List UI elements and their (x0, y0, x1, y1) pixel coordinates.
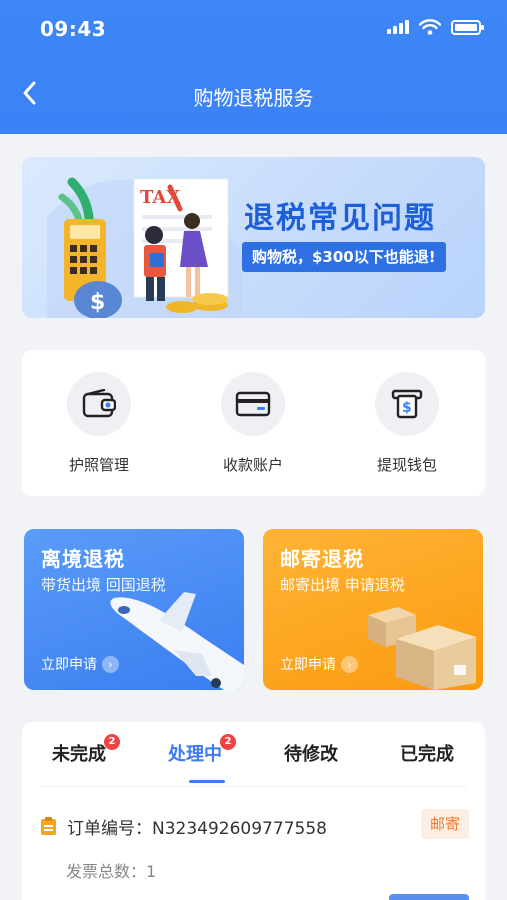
promo-action-label: 立即申请 (280, 657, 336, 673)
order-tabs: 未完成 2 处理中 2 待修改 已完成 (22, 722, 485, 786)
svg-text:$: $ (90, 290, 105, 315)
svg-text:$: $ (402, 400, 412, 416)
order-number-row: 订单编号：N323492609777558 (40, 814, 327, 839)
status-icons (387, 19, 484, 35)
status-time: 09:43 (40, 17, 107, 41)
order-document-icon (41, 817, 56, 835)
banner-tag: 购物税，$300以下也能退! (242, 242, 446, 272)
tab-label: 未完成 (52, 744, 106, 765)
active-tab-indicator (189, 780, 225, 783)
battery-icon (451, 19, 484, 35)
quick-icon-circle (67, 372, 131, 436)
quick-actions-card: 护照管理 收款账户 $ 提现钱包 (22, 350, 485, 496)
promo-action-label: 立即申请 (41, 657, 97, 673)
quick-label: 提现钱包 (376, 456, 437, 474)
signal-icon (387, 20, 409, 34)
tab-label: 已完成 (400, 744, 454, 765)
tab-badge: 2 (220, 734, 236, 750)
divider (40, 786, 467, 787)
tab-label: 处理中 (168, 744, 222, 765)
quick-item-wallet[interactable]: $ 提现钱包 (342, 372, 472, 475)
promo-departure-refund[interactable]: 离境退税 带货出境 回国退税 立即申请 › (24, 529, 244, 690)
credit-card-icon (235, 391, 271, 417)
promo-title: 离境退税 (41, 547, 125, 571)
tab-processing[interactable]: 处理中 2 (168, 734, 236, 766)
app-header: 09:43 购物退税服务 (0, 0, 507, 134)
quick-icon-circle (221, 372, 285, 436)
quick-item-account[interactable]: 收款账户 (188, 372, 318, 475)
promo-subtitle: 邮寄出境 申请退税 (280, 576, 405, 594)
banner-title: 退税常见问题 (244, 201, 436, 236)
airplane-icon (110, 592, 244, 690)
wallet-icon (82, 389, 116, 418)
quick-label: 护照管理 (68, 456, 129, 474)
quick-item-passport[interactable]: 护照管理 (34, 372, 164, 475)
tab-incomplete[interactable]: 未完成 2 (52, 734, 120, 766)
tax-illustration: $ TAX (47, 177, 242, 318)
promo-apply-link[interactable]: 立即申请 › (280, 654, 358, 674)
invoice-count: 发票总数：1 (66, 862, 157, 881)
chevron-right-icon: › (102, 655, 119, 673)
tab-to-modify[interactable]: 待修改 (284, 740, 338, 766)
atm-cash-icon: $ (391, 389, 423, 419)
chevron-right-icon: › (341, 655, 358, 673)
status-bar: 09:43 (0, 0, 507, 58)
promo-title: 邮寄退税 (280, 547, 364, 571)
orders-panel: 未完成 2 处理中 2 待修改 已完成 订单编号：N32349260977755… (22, 722, 485, 900)
order-action-button[interactable] (389, 894, 469, 900)
quick-icon-circle: $ (375, 372, 439, 436)
tab-badge: 2 (104, 734, 120, 750)
order-type-badge: 邮寄 (420, 809, 469, 839)
promo-apply-link[interactable]: 立即申请 › (41, 654, 119, 674)
quick-label: 收款账户 (222, 456, 283, 474)
order-number: 订单编号：N323492609777558 (67, 819, 327, 839)
promo-mail-refund[interactable]: 邮寄退税 邮寄出境 申请退税 立即申请 › (263, 529, 483, 690)
package-boxes-icon (368, 607, 476, 690)
promo-subtitle: 带货出境 回国退税 (41, 576, 166, 594)
faq-banner[interactable]: $ TAX 退税常见问题 购物税，$300以下也能退! (22, 157, 485, 318)
tab-label: 待修改 (284, 744, 338, 765)
nav-bar: 购物退税服务 (0, 58, 507, 134)
page-title: 购物退税服务 (193, 86, 314, 110)
wifi-icon (419, 19, 441, 35)
tab-completed[interactable]: 已完成 (400, 740, 454, 766)
